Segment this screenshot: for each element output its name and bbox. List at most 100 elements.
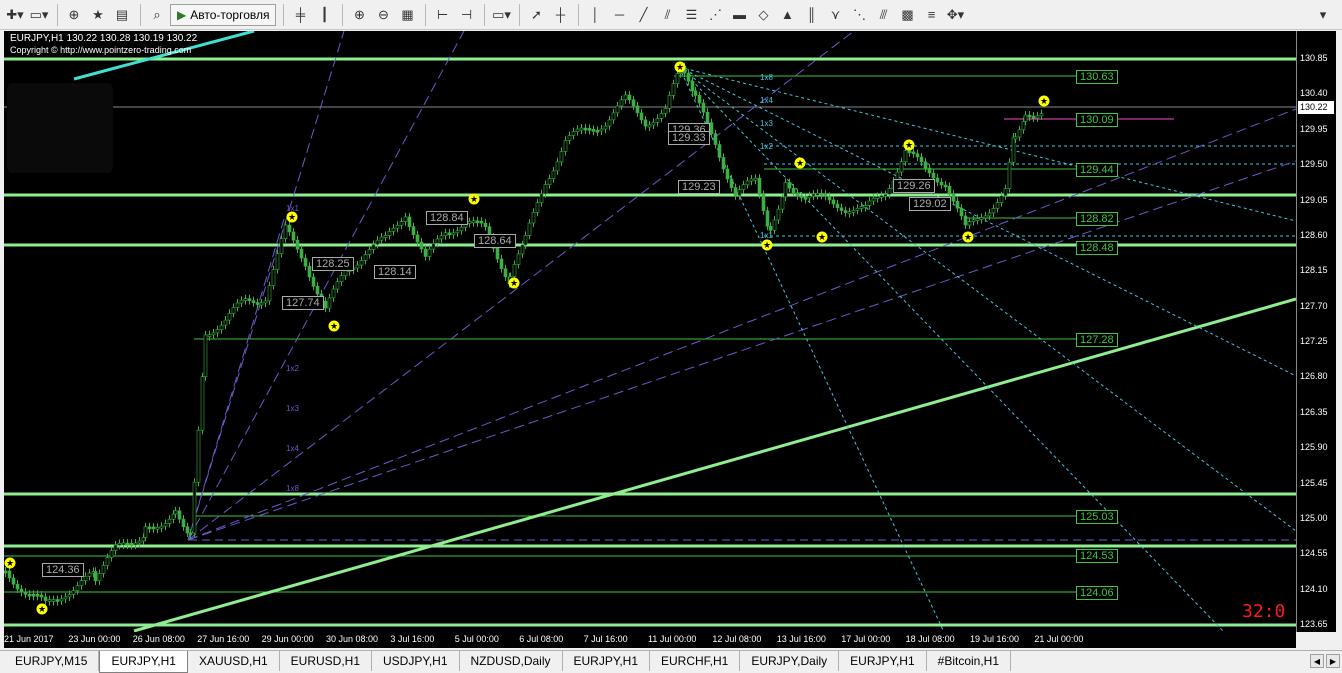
fibonacci-fan-icon[interactable]: ⋰: [704, 4, 726, 26]
navigator-icon[interactable]: ★: [87, 4, 109, 26]
chart-shift-icon[interactable]: ⊢: [431, 4, 453, 26]
autotrade-button[interactable]: ▶ Авто-торговля: [170, 3, 277, 26]
candle-body: [239, 299, 244, 304]
candle-body: [819, 193, 824, 196]
channel-icon[interactable]: ⫻: [872, 4, 894, 26]
tab-scroll-left-icon[interactable]: ◀: [1310, 654, 1324, 668]
candle-body: [539, 193, 544, 204]
gann-fan-icon[interactable]: ◇: [752, 4, 774, 26]
candle-body: [47, 599, 52, 602]
bar-chart-icon[interactable]: ╪: [289, 4, 311, 26]
candle-body: [523, 235, 528, 246]
candle-body: [395, 224, 400, 229]
vertical-line-icon[interactable]: │: [584, 4, 606, 26]
profiles-icon[interactable]: ▭▾: [28, 4, 50, 26]
time-axis[interactable]: 21 Jun 2017 23 Jun 00:00 26 Jun 08:00 27 Ju…: [4, 632, 1296, 648]
time-axis-label: 18 Jul 08:00: [905, 634, 955, 644]
swing-star-glyph: ★: [796, 159, 804, 169]
candle-body: [423, 248, 428, 257]
candle-body: [211, 332, 216, 336]
period-icon[interactable]: ▭▾: [490, 4, 512, 26]
candle-body: [733, 187, 738, 196]
price-axis-label: 128.60: [1300, 229, 1328, 240]
candle-body: [247, 298, 252, 301]
candle-body: [315, 285, 320, 295]
market-watch-icon[interactable]: ⊕: [63, 4, 85, 26]
fibonacci-expansion-icon[interactable]: ≡: [920, 4, 942, 26]
horizontal-line-icon[interactable]: ─: [608, 4, 630, 26]
trendline-icon[interactable]: ╱: [632, 4, 654, 26]
gann-fan-ray: [187, 160, 1296, 541]
candle-body: [215, 329, 220, 334]
candle-body: [263, 300, 268, 304]
tab-eurjpy-m15[interactable]: EURJPY,M15: [4, 651, 100, 671]
candle-body: [431, 243, 436, 250]
tab-bitcoin-h1[interactable]: #Bitcoin,H1: [927, 651, 1012, 671]
zoom-in-icon[interactable]: ⊕: [348, 4, 370, 26]
swing-star-glyph: ★: [964, 233, 972, 243]
swing-price-label: 127.74: [282, 296, 324, 310]
tab-eurusd-h1[interactable]: EURUSD,H1: [280, 651, 373, 671]
price-axis[interactable]: 130.85 130.40 129.95 129.50 129.05 128.60 128.…: [1296, 31, 1336, 632]
rectangle-icon[interactable]: ▬: [728, 4, 750, 26]
candle-body: [117, 543, 122, 546]
terminal-icon[interactable]: ▤: [111, 4, 133, 26]
candle-body: [295, 239, 300, 250]
tab-eurjpy-h1-active[interactable]: EURJPY,H1: [99, 651, 188, 673]
candle-body: [947, 185, 952, 195]
candle-body: [571, 131, 576, 136]
tab-eurchf-h1[interactable]: EURCHF,H1: [650, 651, 741, 671]
fibonacci-icon[interactable]: ☰: [680, 4, 702, 26]
tab-nzdusd-daily[interactable]: NZDUSD,Daily: [460, 651, 563, 671]
zoom-out-icon[interactable]: ⊖: [372, 4, 394, 26]
candle-body: [959, 207, 964, 217]
candle-body: [671, 83, 676, 96]
swing-price-label: 124.36: [42, 563, 84, 577]
price-axis-label: 126.35: [1300, 406, 1328, 417]
strategy-tester-icon[interactable]: ⌕: [146, 4, 168, 26]
swing-price-label: 128.25: [312, 257, 354, 271]
fibonacci-timezones-icon[interactable]: ║: [800, 4, 822, 26]
candle-body: [39, 594, 44, 598]
crosshair-icon[interactable]: ┼: [549, 4, 571, 26]
gann-grid-icon[interactable]: ⋱: [848, 4, 870, 26]
toolbar-overflow-icon[interactable]: ▾: [1312, 4, 1334, 26]
candle-body: [749, 178, 754, 182]
tab-xauusd-h1[interactable]: XAUUSD,H1: [188, 651, 280, 671]
toolbar-separator: [425, 3, 427, 26]
candle-body: [133, 542, 138, 546]
triangle-icon[interactable]: ▲: [776, 4, 798, 26]
toolbar-separator: [57, 3, 58, 26]
tab-usdjpy-h1[interactable]: USDJPY,H1: [372, 651, 460, 671]
equidistant-channel-icon[interactable]: ⫽: [656, 4, 678, 26]
toolbar-separator: [484, 3, 486, 26]
candle-body: [955, 200, 960, 209]
candle-body: [311, 276, 316, 287]
candle-body: [447, 232, 452, 236]
andrews-pitchfork-icon[interactable]: ⋎: [824, 4, 846, 26]
candle-body: [967, 221, 972, 226]
gann-ratio-label: 1x1: [760, 231, 773, 240]
price-axis-label: 125.90: [1300, 442, 1328, 453]
cursor-icon[interactable]: ➚: [525, 4, 547, 26]
tab-eurjpy-daily[interactable]: EURJPY,Daily: [740, 651, 840, 671]
tab-scroll-right-icon[interactable]: ▶: [1326, 654, 1340, 668]
candle-body: [579, 127, 584, 131]
arrows-icon[interactable]: ✥▾: [944, 4, 966, 26]
candle-body: [757, 177, 762, 195]
tab-eurjpy-h1-2[interactable]: EURJPY,H1: [839, 651, 927, 671]
gann-line-icon[interactable]: ▩: [896, 4, 918, 26]
chart-area[interactable]: ★ ★ ★ ★ ★ ★ ★ ★ ★ ★ ★ ★ ★ EURJPY,H1 130.22 130.28 13…: [4, 31, 1296, 632]
candle-body: [919, 156, 924, 163]
candle-body: [791, 187, 796, 194]
tab-eurjpy-h1[interactable]: EURJPY,H1: [563, 651, 650, 671]
new-chart-icon[interactable]: ✚▾: [4, 4, 26, 26]
candle-body: [1023, 114, 1028, 122]
autoscroll-icon[interactable]: ⊣: [455, 4, 477, 26]
candle-body: [575, 128, 580, 132]
tile-windows-icon[interactable]: ▦: [396, 4, 418, 26]
candles-icon[interactable]: ┃: [313, 4, 335, 26]
price-axis-label: 129.05: [1300, 194, 1328, 205]
candle-body: [403, 216, 408, 222]
candle-body: [765, 210, 770, 227]
